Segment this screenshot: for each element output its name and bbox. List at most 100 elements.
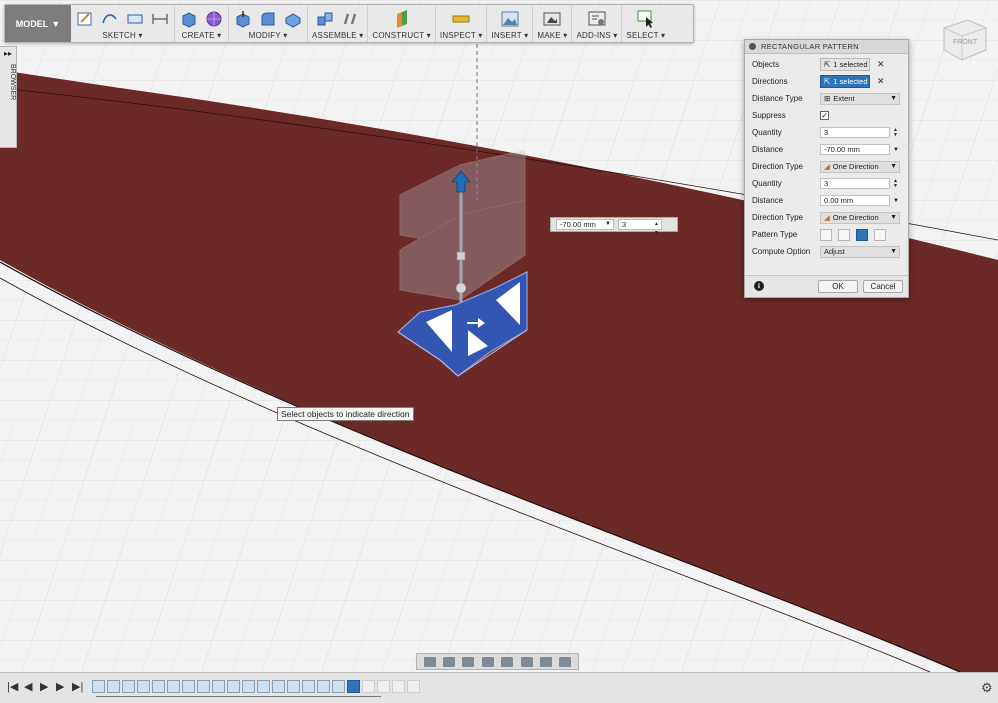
insert-image-icon[interactable] <box>500 9 520 29</box>
visual-style-icon[interactable] <box>539 656 552 667</box>
clear-objects-icon[interactable]: ✕ <box>877 59 885 70</box>
timeline-feature[interactable] <box>257 680 270 693</box>
timeline-current-feature[interactable] <box>347 680 360 693</box>
distance-type-select[interactable]: ⊞ Extent ▼ <box>820 92 900 105</box>
distance2-input[interactable]: 0.00 mm <box>820 195 890 206</box>
orbit-icon[interactable] <box>423 656 436 667</box>
gear-icon[interactable]: ⚙ <box>981 680 993 696</box>
previous-step-icon[interactable]: ◀ <box>24 680 32 693</box>
distance1-input[interactable]: -70.00 mm <box>820 144 890 155</box>
timeline-feature[interactable] <box>392 680 405 693</box>
timeline-feature[interactable] <box>92 680 105 693</box>
pattern-type-option-1[interactable] <box>820 228 832 241</box>
timeline-feature[interactable] <box>362 680 375 693</box>
toolbar-group-create[interactable]: CREATE ▾ <box>175 5 229 42</box>
timeline-feature[interactable] <box>167 680 180 693</box>
timeline-feature[interactable] <box>182 680 195 693</box>
timeline-feature[interactable] <box>107 680 120 693</box>
look-at-icon[interactable] <box>443 656 456 667</box>
spinner-icon[interactable]: ▲ ▼ <box>893 127 898 138</box>
chevron-down-icon[interactable]: ▼ <box>893 147 899 153</box>
chevron-down-icon: ▼ <box>890 162 897 170</box>
next-step-icon[interactable]: ▶ <box>56 680 64 693</box>
browser-panel-tab[interactable]: ▸▸ BROWSER <box>0 46 17 148</box>
last-step-icon[interactable]: ▶| <box>72 680 83 693</box>
dropdown-caret-icon[interactable]: ▼ <box>605 220 611 229</box>
timeline-track[interactable] <box>92 680 420 696</box>
joint-icon[interactable] <box>340 9 360 29</box>
spinner-icon[interactable]: ▲ ▼ <box>893 178 898 189</box>
canvas-distance-input[interactable]: -70.00 mm ▼ <box>556 219 614 230</box>
timeline-feature[interactable] <box>302 680 315 693</box>
direction-type2-row: Direction Type ◢ One Direction ▼ <box>745 209 908 226</box>
direction-type2-select[interactable]: ◢ One Direction ▼ <box>820 211 900 224</box>
play-icon[interactable]: ▶ <box>40 680 48 693</box>
cancel-button[interactable]: Cancel <box>863 280 903 293</box>
objects-selection-button[interactable]: ⇱ 1 selected <box>820 58 870 71</box>
press-pull-icon[interactable] <box>233 9 253 29</box>
first-step-icon[interactable]: |◀ <box>7 680 18 693</box>
grid-settings-icon[interactable] <box>559 656 572 667</box>
zoom-icon[interactable] <box>481 656 494 667</box>
create-sketch-icon[interactable] <box>75 9 95 29</box>
direction-type1-select[interactable]: ◢ One Direction ▼ <box>820 160 900 173</box>
quantity2-input[interactable]: 3 <box>820 178 890 189</box>
display-settings-icon[interactable] <box>520 656 533 667</box>
line-tool-icon[interactable] <box>100 9 120 29</box>
extrude-box-icon[interactable] <box>179 9 199 29</box>
measure-icon[interactable] <box>451 9 471 29</box>
toolbar-group-select[interactable]: SELECT ▾ <box>622 5 669 42</box>
toolbar-group-insert[interactable]: INSERT ▾ <box>487 5 534 42</box>
timeline-feature[interactable] <box>287 680 300 693</box>
toolbar-group-make[interactable]: MAKE ▾ <box>533 5 573 42</box>
collapse-icon[interactable] <box>749 43 756 50</box>
timeline-feature[interactable] <box>212 680 225 693</box>
dimension-tool-icon[interactable] <box>150 9 170 29</box>
3d-print-icon[interactable] <box>542 9 562 29</box>
chevron-down-icon[interactable]: ▼ <box>893 198 899 204</box>
select-cursor-icon[interactable] <box>636 9 656 29</box>
pattern-type-option-3[interactable] <box>856 228 868 241</box>
zoom-window-icon[interactable] <box>501 656 514 667</box>
timeline-feature[interactable] <box>272 680 285 693</box>
ok-button[interactable]: OK <box>818 280 858 293</box>
new-component-icon[interactable] <box>315 9 335 29</box>
pan-icon[interactable] <box>462 656 475 667</box>
rectangular-pattern-dialog: RECTANGULAR PATTERN Objects ⇱ 1 selected… <box>744 39 909 298</box>
suppress-checkbox[interactable]: ✓ <box>820 111 829 120</box>
fillet-icon[interactable] <box>258 9 278 29</box>
timeline-feature[interactable] <box>332 680 345 693</box>
timeline-feature[interactable] <box>227 680 240 693</box>
offset-plane-icon[interactable] <box>392 9 412 29</box>
timeline-feature[interactable] <box>242 680 255 693</box>
rectangle-tool-icon[interactable] <box>125 9 145 29</box>
timeline-feature[interactable] <box>122 680 135 693</box>
expand-icon[interactable]: ▸▸ <box>0 49 16 58</box>
compute-option-select[interactable]: Adjust ▼ <box>820 245 900 258</box>
timeline-feature[interactable] <box>152 680 165 693</box>
canvas-quantity-input[interactable]: 3 ▲ ▼ <box>618 219 662 236</box>
toolbar-group-construct[interactable]: CONSTRUCT ▾ <box>368 5 436 42</box>
pattern-type-option-4[interactable] <box>874 228 886 241</box>
shell-icon[interactable] <box>283 9 303 29</box>
toolbar-group-sketch[interactable]: SKETCH ▾ <box>71 5 175 42</box>
timeline-feature[interactable] <box>317 680 330 693</box>
toolbar-group-modify[interactable]: MODIFY ▾ <box>229 5 308 42</box>
timeline-feature[interactable] <box>407 680 420 693</box>
toolbar-group-add-ins[interactable]: ADD-INS ▾ <box>572 5 623 42</box>
quantity1-input[interactable]: 3 <box>820 127 890 138</box>
directions-selection-button[interactable]: ⇱ 1 selected <box>820 75 870 88</box>
toolbar-group-inspect[interactable]: INSPECT ▾ <box>436 5 488 42</box>
form-sphere-icon[interactable] <box>204 9 224 29</box>
view-cube[interactable]: FRONT <box>938 14 990 64</box>
timeline-feature[interactable] <box>197 680 210 693</box>
spinner-icon[interactable]: ▲ ▼ <box>654 220 659 238</box>
workspace-switcher[interactable]: MODEL ▼ <box>5 5 71 42</box>
timeline-feature[interactable] <box>377 680 390 693</box>
scripts-addins-icon[interactable] <box>587 9 607 29</box>
clear-directions-icon[interactable]: ✕ <box>877 76 885 87</box>
toolbar-group-assemble[interactable]: ASSEMBLE ▾ <box>308 5 369 42</box>
info-icon[interactable]: i <box>754 281 764 291</box>
pattern-type-option-2[interactable] <box>838 228 850 241</box>
timeline-feature[interactable] <box>137 680 150 693</box>
